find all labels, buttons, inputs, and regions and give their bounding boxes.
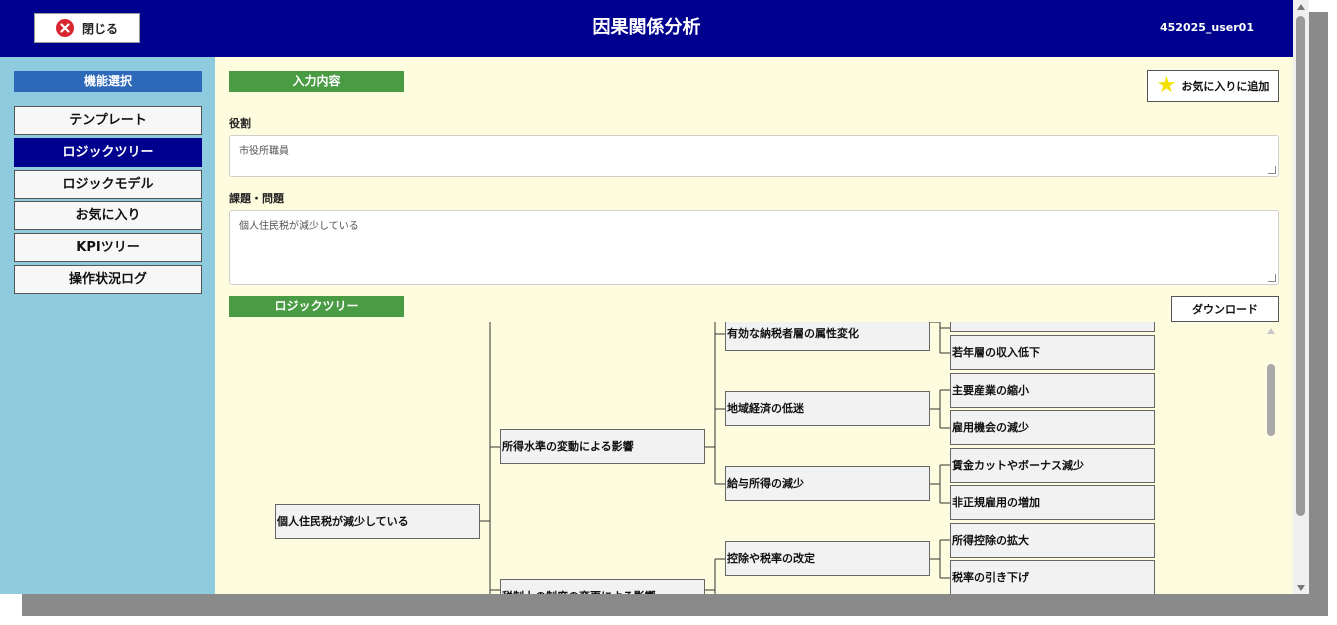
tree-node-root[interactable]: 個人住民税が減少している [275,504,480,539]
tree-node-level3[interactable]: 主要産業の縮小 [950,373,1155,408]
star-icon: ★ [1156,73,1177,98]
scroll-down-icon [1297,585,1305,591]
sidebar: 機能選択 テンプレート ロジックツリー ロジックモデル お気に入り KPIツリー… [0,57,215,594]
issue-value: 個人住民税が減少している [239,221,359,232]
sidebar-item-favorites[interactable]: お気に入り [14,201,202,230]
close-button[interactable]: 閉じる [34,13,140,43]
issue-field[interactable]: 個人住民税が減少している [229,210,1279,285]
role-field[interactable]: 市役所職員 [229,135,1279,177]
tree-node-level1[interactable]: 税制上の制度の変更による影響 [500,579,705,594]
role-value: 市役所職員 [239,146,289,157]
add-favorite-button[interactable]: ★ お気に入りに追加 [1147,70,1279,102]
tree-section-header: ロジックツリー [229,296,404,317]
sidebar-item-template[interactable]: テンプレート [14,106,202,135]
sidebar-item-kpi-tree[interactable]: KPIツリー [14,233,202,262]
tree-node-level3[interactable]: 所得控除の拡大 [950,523,1155,558]
tree-node-level3[interactable]: 税率の引き下げ [950,560,1155,594]
sidebar-heading: 機能選択 [14,71,202,92]
scroll-thumb [1267,364,1275,436]
app-window: 因果関係分析 閉じる 452025_user01 機能選択 テンプレート ロジッ… [0,0,1293,594]
tree-node-level3-partial[interactable] [950,322,1155,332]
sidebar-item-operation-log[interactable]: 操作状況ログ [14,265,202,294]
logic-tree: 個人住民税が減少している 所得水準の変動による影響 税制上の制度の変更による影響… [215,322,1278,594]
add-favorite-label: お気に入りに追加 [1181,80,1270,93]
tree-scrollbar[interactable] [1264,322,1278,594]
sidebar-item-logic-model[interactable]: ロジックモデル [14,170,202,199]
resize-handle-icon[interactable] [1268,166,1276,174]
tree-node-level2[interactable]: 地域経済の低迷 [725,391,930,426]
close-button-label: 閉じる [81,21,118,36]
tree-node-level1[interactable]: 所得水準の変動による影響 [500,429,705,464]
page-scrollbar[interactable] [1293,0,1309,594]
tree-node-level3[interactable]: 賃金カットやボーナス減少 [950,448,1155,483]
issue-label: 課題・問題 [229,192,284,205]
scroll-thumb [1296,16,1305,516]
user-id: 452025_user01 [1160,21,1254,34]
tree-node-level2[interactable]: 有効な納税者層の属性変化 [725,322,930,351]
tree-node-level3[interactable]: 雇用機会の減少 [950,410,1155,445]
tree-node-level2[interactable]: 給与所得の減少 [725,466,930,501]
download-button[interactable]: ダウンロード [1171,296,1279,322]
tree-node-level2[interactable]: 控除や税率の改定 [725,541,930,576]
close-icon [55,19,74,37]
scroll-up-icon [1297,4,1305,10]
header-bar: 因果関係分析 閉じる 452025_user01 [0,0,1293,57]
resize-handle-icon[interactable] [1268,274,1276,282]
page-title: 因果関係分析 [592,17,701,38]
scroll-up-icon [1267,328,1275,334]
role-label: 役割 [229,117,251,130]
tree-node-level3[interactable]: 非正規雇用の増加 [950,485,1155,520]
input-section-header: 入力内容 [229,71,404,92]
tree-node-level3[interactable]: 若年層の収入低下 [950,335,1155,370]
sidebar-item-logic-tree[interactable]: ロジックツリー [14,138,202,167]
